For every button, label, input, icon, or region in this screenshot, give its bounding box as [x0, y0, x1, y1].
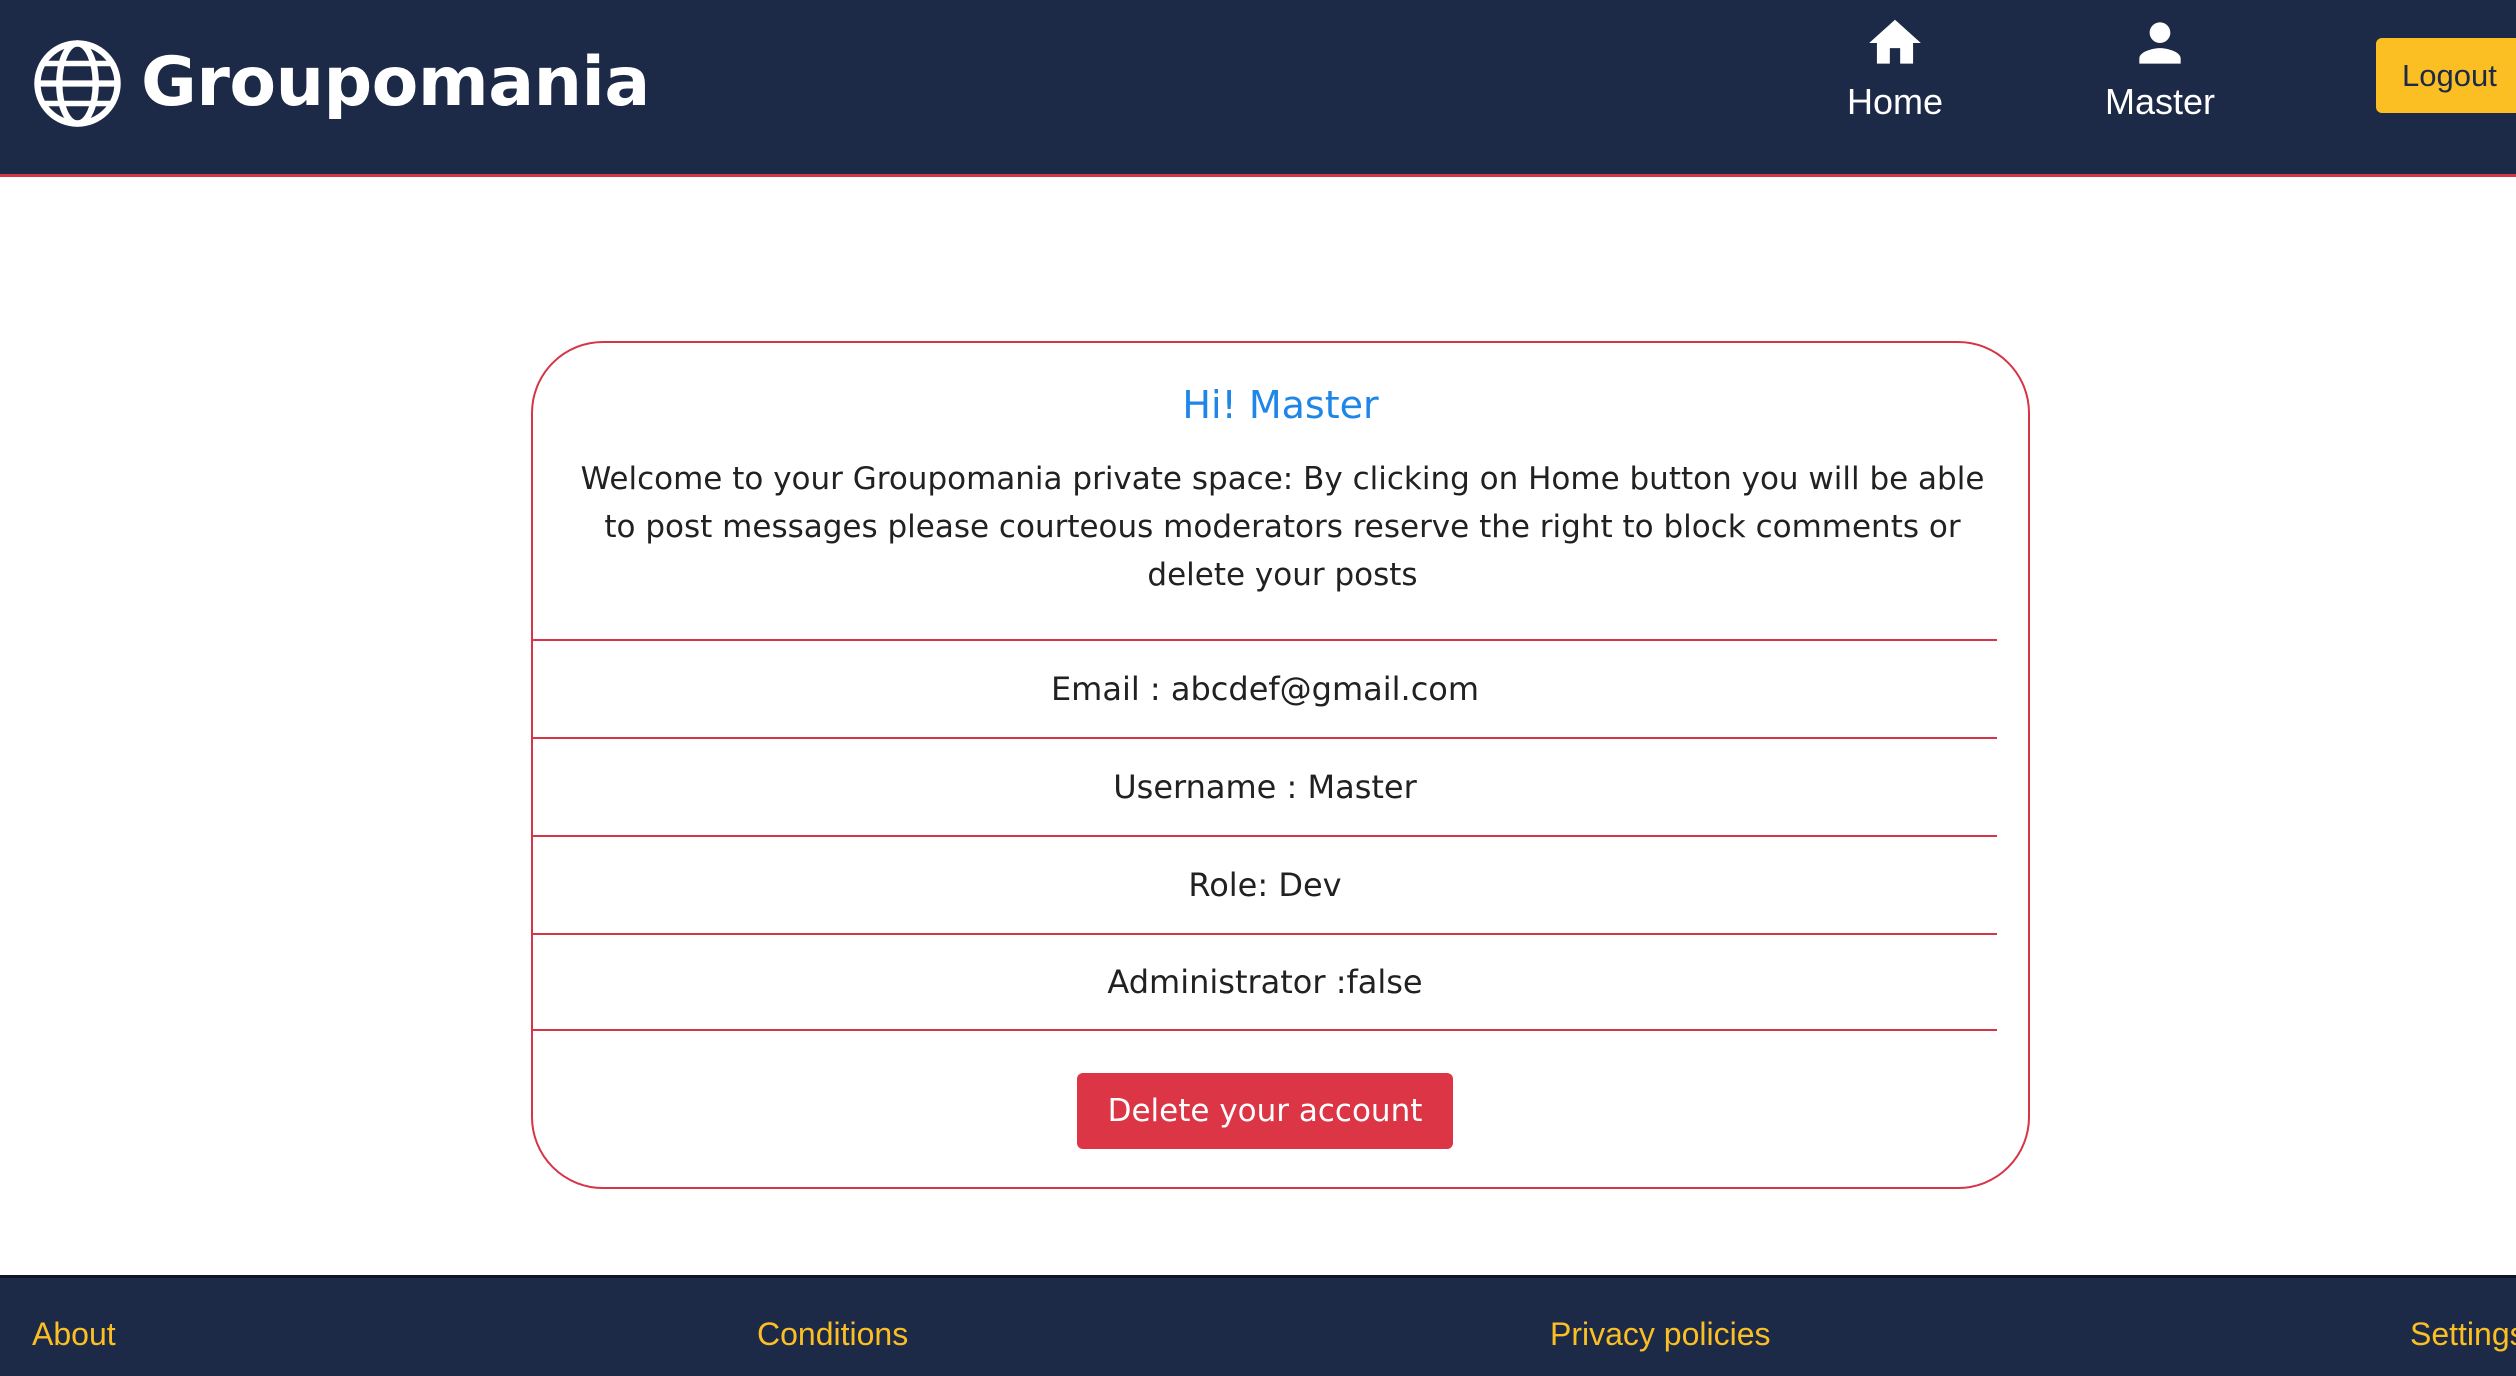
home-icon [1869, 19, 1921, 64]
email-row: Email : abcdef@gmail.com [533, 639, 1997, 737]
footer-link-privacy[interactable]: Privacy policies [1550, 1318, 1771, 1350]
email-text: Email : abcdef@gmail.com [1050, 670, 1480, 708]
footer-link-settings[interactable]: Settings [2410, 1318, 2516, 1350]
person-icon [2139, 22, 2181, 64]
administrator-text: Administrator :false [1107, 963, 1423, 1001]
top-navbar: Groupomania Home Master Logout [0, 0, 2516, 177]
globe-icon [34, 39, 121, 127]
username-text: Username : Master [1113, 768, 1417, 806]
role-text: Role: Dev [1188, 866, 1342, 904]
brand-name: Groupomania [141, 43, 650, 122]
role-row: Role: Dev [533, 835, 1997, 933]
welcome-text: Welcome to your Groupomania private spac… [580, 461, 1985, 593]
delete-account-button[interactable]: Delete your account [1077, 1073, 1453, 1149]
administrator-row: Administrator :false [533, 933, 1997, 1031]
brand[interactable]: Groupomania [32, 36, 650, 130]
nav-user-label: Master [2104, 81, 2216, 122]
nav-home-label: Home [1846, 81, 1944, 122]
logout-button[interactable]: Logout [2376, 38, 2516, 113]
nav-user-profile[interactable]: Master [2060, 12, 2260, 132]
footer-link-conditions[interactable]: Conditions [757, 1318, 908, 1350]
profile-card: Hi! Master Welcome to your Groupomania p… [531, 341, 2030, 1189]
footer: About Conditions Privacy policies Settin… [0, 1275, 2516, 1376]
footer-link-about[interactable]: About [32, 1318, 116, 1350]
nav-home[interactable]: Home [1795, 12, 1995, 132]
username-row: Username : Master [533, 737, 1997, 835]
greeting-title: Hi! Master [1182, 383, 1379, 427]
